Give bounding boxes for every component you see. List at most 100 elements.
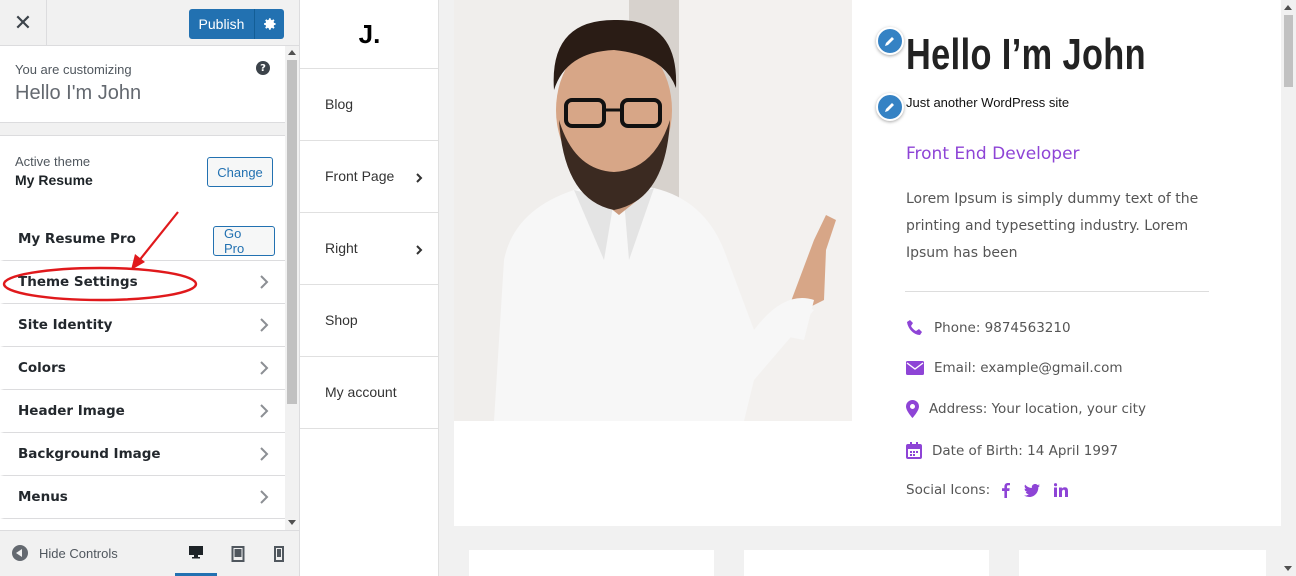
mobile-icon xyxy=(274,546,284,562)
site-navigation: J. Blog Front Page Right Shop My account xyxy=(300,0,439,576)
section-more[interactable] xyxy=(0,519,285,530)
section-label: Header Image xyxy=(18,403,125,419)
chevron-right-icon xyxy=(260,275,269,289)
customizing-label: You are customizing xyxy=(15,62,132,77)
address-row: Address: Your location, your city xyxy=(906,400,1146,418)
chevron-right-icon xyxy=(260,447,269,461)
content-card xyxy=(1019,550,1266,576)
customize-info: You are customizing Hello I'm John ? xyxy=(0,46,285,123)
customizer-header: ✕ Publish xyxy=(0,0,299,46)
bio-text: Lorem Ipsum is simply dummy text of the … xyxy=(906,191,1199,261)
chevron-right-icon xyxy=(260,490,269,504)
customizer-sections: My Resume Pro Go Pro Theme Settings Site… xyxy=(0,218,285,530)
section-menus[interactable]: Menus xyxy=(0,476,285,519)
address-text: Address: Your location, your city xyxy=(929,401,1146,417)
calendar-icon xyxy=(906,442,922,459)
section-site-identity[interactable]: Site Identity xyxy=(0,304,285,347)
section-label: Site Identity xyxy=(18,317,113,333)
section-theme-settings[interactable]: Theme Settings xyxy=(0,261,285,304)
phone-text: Phone: 9874563210 xyxy=(934,320,1071,336)
section-background-image[interactable]: Background Image xyxy=(0,433,285,476)
role-heading: Front End Developer xyxy=(906,144,1080,164)
person-pointing-illustration xyxy=(454,0,852,421)
twitter-icon[interactable] xyxy=(1024,483,1041,497)
profile-photo xyxy=(454,0,852,421)
section-header-image[interactable]: Header Image xyxy=(0,390,285,433)
close-customizer-button[interactable]: ✕ xyxy=(0,0,47,46)
preview-scrollbar-thumb[interactable] xyxy=(1284,15,1293,87)
change-theme-button[interactable]: Change xyxy=(207,157,273,187)
section-my-resume-pro[interactable]: My Resume Pro Go Pro xyxy=(0,218,285,261)
dob-row: Date of Birth: 14 April 1997 xyxy=(906,442,1118,459)
scroll-down-arrow-icon[interactable] xyxy=(288,520,296,525)
content-card xyxy=(744,550,989,576)
close-icon: ✕ xyxy=(13,10,33,36)
divider xyxy=(905,291,1209,292)
scroll-down-arrow-icon[interactable] xyxy=(1284,566,1292,571)
facebook-icon[interactable] xyxy=(1002,482,1011,498)
publish-settings-button[interactable] xyxy=(254,9,284,39)
customizer-controls: You are customizing Hello I'm John ? Act… xyxy=(0,46,299,530)
chevron-right-icon xyxy=(260,361,269,375)
content-card xyxy=(469,550,714,576)
email-row: Email: example@gmail.com xyxy=(906,360,1123,376)
preview-tablet-button[interactable] xyxy=(217,531,259,576)
map-marker-icon xyxy=(906,400,919,418)
publish-button[interactable]: Publish xyxy=(189,9,254,39)
preview-mobile-button[interactable] xyxy=(258,531,300,576)
nav-item-right[interactable]: Right xyxy=(300,213,439,285)
nav-item-label: My account xyxy=(325,384,397,400)
dob-text: Date of Birth: 14 April 1997 xyxy=(932,442,1119,459)
envelope-icon xyxy=(906,361,924,375)
nav-item-label: Shop xyxy=(325,312,358,328)
email-text: Email: example@gmail.com xyxy=(934,360,1123,376)
active-theme-panel: Active theme My Resume Change xyxy=(0,135,285,219)
site-logo[interactable]: J. xyxy=(300,0,439,69)
nav-item-my-account[interactable]: My account xyxy=(300,357,439,429)
chevron-right-icon xyxy=(416,245,423,255)
phone-icon xyxy=(907,320,922,335)
desktop-icon xyxy=(189,546,203,559)
phone-row: Phone: 9874563210 xyxy=(906,319,1071,337)
active-theme-name: My Resume xyxy=(15,172,93,188)
customizer-panel: ✕ Publish You are customizing Hello I'm … xyxy=(0,0,300,576)
edit-tagline-button[interactable] xyxy=(876,93,904,121)
pencil-icon xyxy=(885,37,894,46)
social-icons-row: Social Icons: xyxy=(906,482,1069,498)
nav-item-blog[interactable]: Blog xyxy=(300,69,439,141)
chevron-right-icon xyxy=(416,173,423,183)
hero-card: Hello I’m John Just another WordPress si… xyxy=(454,0,1281,526)
gear-icon xyxy=(263,18,276,30)
scroll-up-arrow-icon[interactable] xyxy=(288,50,296,55)
site-title: Hello I’m John xyxy=(906,30,1147,79)
edit-title-button[interactable] xyxy=(876,27,904,55)
help-icon[interactable]: ? xyxy=(256,61,270,75)
pencil-icon xyxy=(885,103,894,112)
customizer-footer: Hide Controls xyxy=(0,530,299,576)
section-label: Colors xyxy=(18,360,66,376)
scroll-up-arrow-icon[interactable] xyxy=(1284,5,1292,10)
site-tagline: Just another WordPress site xyxy=(906,95,1070,110)
social-icons-label: Social Icons: xyxy=(906,482,991,498)
preview-desktop-button[interactable] xyxy=(175,531,217,576)
section-label: My Resume Pro xyxy=(18,231,136,247)
linkedin-icon[interactable] xyxy=(1054,483,1069,497)
active-theme-label: Active theme xyxy=(15,154,91,169)
tablet-icon xyxy=(231,546,245,562)
section-colors[interactable]: Colors xyxy=(0,347,285,390)
go-pro-button[interactable]: Go Pro xyxy=(213,226,275,256)
nav-item-shop[interactable]: Shop xyxy=(300,285,439,357)
publish-group: Publish xyxy=(189,9,284,39)
nav-item-label: Front Page xyxy=(325,168,395,184)
collapse-icon xyxy=(12,545,28,561)
nav-item-front-page[interactable]: Front Page xyxy=(300,141,439,213)
hide-controls-button[interactable]: Hide Controls xyxy=(12,545,118,561)
customizing-site-name: Hello I'm John xyxy=(15,82,142,104)
chevron-right-icon xyxy=(260,404,269,418)
nav-item-label: Blog xyxy=(325,96,354,112)
customizer-scrollbar-thumb[interactable] xyxy=(287,60,297,404)
nav-item-label: Right xyxy=(325,240,358,256)
section-label: Background Image xyxy=(18,446,161,462)
hide-controls-label: Hide Controls xyxy=(39,545,118,561)
chevron-right-icon xyxy=(260,318,269,332)
